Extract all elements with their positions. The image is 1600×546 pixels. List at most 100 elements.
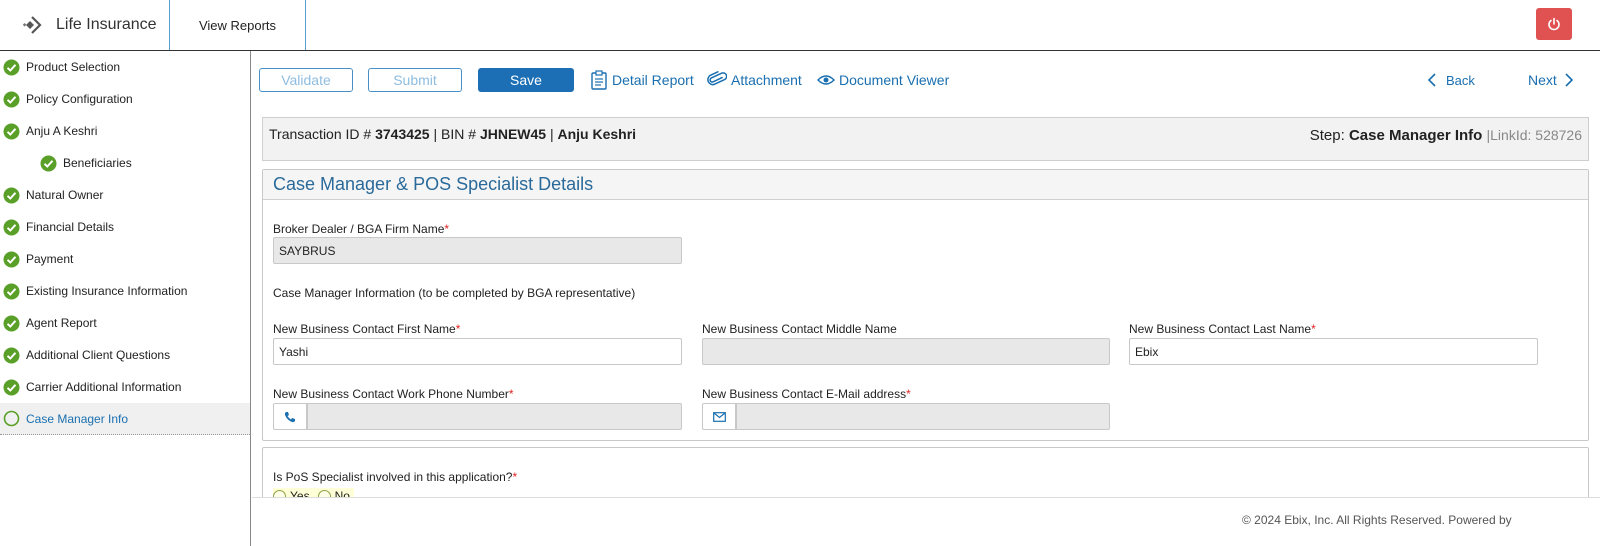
case-manager-panel: Case Manager & POS Specialist Details Br… [262,169,1589,441]
middle-name-label: New Business Contact Middle Name [702,322,897,336]
transaction-label: Transaction ID # [269,126,372,142]
check-circle-icon [3,59,20,75]
sidebar-item-product-selection[interactable]: Product Selection [0,51,250,83]
main-content: Validate Submit Save Detail Report Attac… [252,51,1600,546]
broker-firm-label: Broker Dealer / BGA Firm Name* [273,222,449,236]
email-label: New Business Contact E-Mail address* [702,387,911,401]
sidebar-item-existing-insurance-information[interactable]: Existing Insurance Information [0,275,250,307]
power-icon [1548,17,1560,31]
sidebar-item-label: Financial Details [26,220,115,234]
required-marker: * [512,470,518,484]
first-name-input[interactable]: Yashi [273,338,682,365]
sidebar-item-label: Natural Owner [26,188,104,202]
back-label: Back [1446,72,1475,88]
middle-name-input[interactable] [702,338,1110,365]
case-manager-note: Case Manager Information (to be complete… [273,286,636,300]
toolbar: Validate Submit Save Detail Report Attac… [252,51,1600,109]
page-footer: © 2024 Ebix, Inc. All Rights Reserved. P… [252,497,1600,546]
sidebar-item-label: Payment [26,252,74,266]
chevron-left-icon [1427,73,1436,87]
save-button[interactable]: Save [478,68,574,92]
link-id: LinkId: 528726 [1490,127,1582,143]
pos-question-text: Is PoS Specialist involved in this appli… [273,470,513,484]
envelope-icon [712,411,726,422]
check-circle-icon [3,283,20,299]
transaction-summary: Transaction ID # 3743425 | BIN # JHNEW45… [269,126,636,142]
back-button[interactable]: Back [1426,68,1475,92]
broker-firm-input[interactable]: SAYBRUS [273,237,682,264]
phone-label: New Business Contact Work Phone Number* [273,387,514,401]
email-input[interactable] [736,403,1110,430]
logout-button[interactable] [1536,8,1572,40]
document-viewer-label: Document Viewer [839,72,950,88]
step-info: Step: Case Manager Info |LinkId: 528726 [1310,127,1582,144]
check-circle-icon [3,219,20,235]
bin-value: JHNEW45 [479,126,547,142]
check-circle-icon [3,379,20,395]
app-title: Life Insurance [56,16,157,33]
empty-circle-icon [3,410,20,427]
sidebar-item-natural-owner[interactable]: Natural Owner [0,179,250,211]
sidebar-item-label: Anju A Keshri [26,124,98,138]
header-divider [305,0,306,50]
view-reports-link[interactable]: View Reports [170,0,305,50]
app-logo[interactable]: Life Insurance [22,10,157,40]
check-circle-icon [3,187,20,203]
phone-icon [284,411,295,422]
sidebar-item-carrier-additional-information[interactable]: Carrier Additional Information [0,371,250,403]
last-name-label-text: New Business Contact Last Name [1129,322,1312,336]
sidebar-item-label: Case Manager Info [26,411,129,426]
sidebar-item-label: Existing Insurance Information [26,284,188,298]
app-header: Life Insurance View Reports [0,0,1600,51]
email-label-text: New Business Contact E-Mail address [702,387,907,401]
sidebar-item-label: Policy Configuration [26,92,133,106]
check-circle-icon [3,315,20,331]
sidebar-item-additional-client-questions[interactable]: Additional Client Questions [0,339,250,371]
first-name-label-text: New Business Contact First Name [273,322,456,336]
check-circle-icon [40,155,57,171]
sidebar-item-policy-configuration[interactable]: Policy Configuration [0,83,250,115]
separator: | [549,126,554,142]
check-circle-icon [3,123,20,139]
last-name-input[interactable]: Ebix [1129,338,1538,365]
sidebar-item-case-manager-info[interactable]: Case Manager Info [0,403,250,435]
step-name: Case Manager Info [1348,127,1483,144]
sidebar-item-payment[interactable]: Payment [0,243,250,275]
submit-button[interactable]: Submit [368,68,462,92]
step-label: Step: [1309,127,1345,144]
sidebar-item-label: Carrier Additional Information [26,380,182,394]
phone-input[interactable] [307,403,682,430]
document-viewer-link[interactable]: Document Viewer [817,68,949,92]
attachment-label: Attachment [731,72,802,88]
next-button[interactable]: Next [1528,68,1575,92]
validate-button[interactable]: Validate [259,68,353,92]
eye-icon [817,75,835,85]
panel-title: Case Manager & POS Specialist Details [263,170,1588,200]
next-label: Next [1528,72,1557,88]
sidebar-item-label: Additional Client Questions [26,348,171,362]
sidebar-item-agent-report[interactable]: Agent Report [0,307,250,339]
transaction-info-bar: Transaction ID # 3743425 | BIN # JHNEW45… [262,117,1589,161]
transaction-id: 3743425 [375,126,430,142]
logo-chevrons-icon [22,16,42,34]
sidebar-item-label: Product Selection [26,60,121,74]
chevron-right-icon [1565,73,1573,87]
check-circle-icon [3,91,20,107]
phone-label-text: New Business Contact Work Phone Number [273,387,509,401]
detail-report-label: Detail Report [612,72,694,88]
copyright-text: © 2024 Ebix, Inc. All Rights Reserved. P… [1242,513,1512,527]
detail-report-link[interactable]: Detail Report [590,68,694,92]
pos-question-label: Is PoS Specialist involved in this appli… [273,470,517,484]
bin-label: BIN # [441,126,477,142]
attachment-link[interactable]: Attachment [707,68,802,92]
sidebar-item-financial-details[interactable]: Financial Details [0,211,250,243]
check-circle-icon [3,347,20,363]
required-marker: * [1311,322,1316,336]
sidebar-item-anju-a-keshri[interactable]: Anju A Keshri [0,115,250,147]
sidebar-item-label: Agent Report [26,316,97,330]
broker-firm-label-text: Broker Dealer / BGA Firm Name [273,222,445,236]
sidebar-item-beneficiaries[interactable]: Beneficiaries [0,147,250,179]
clipboard-icon [591,70,607,90]
sidebar-item-label: Beneficiaries [63,156,132,170]
client-name: Anju Keshri [557,126,637,142]
